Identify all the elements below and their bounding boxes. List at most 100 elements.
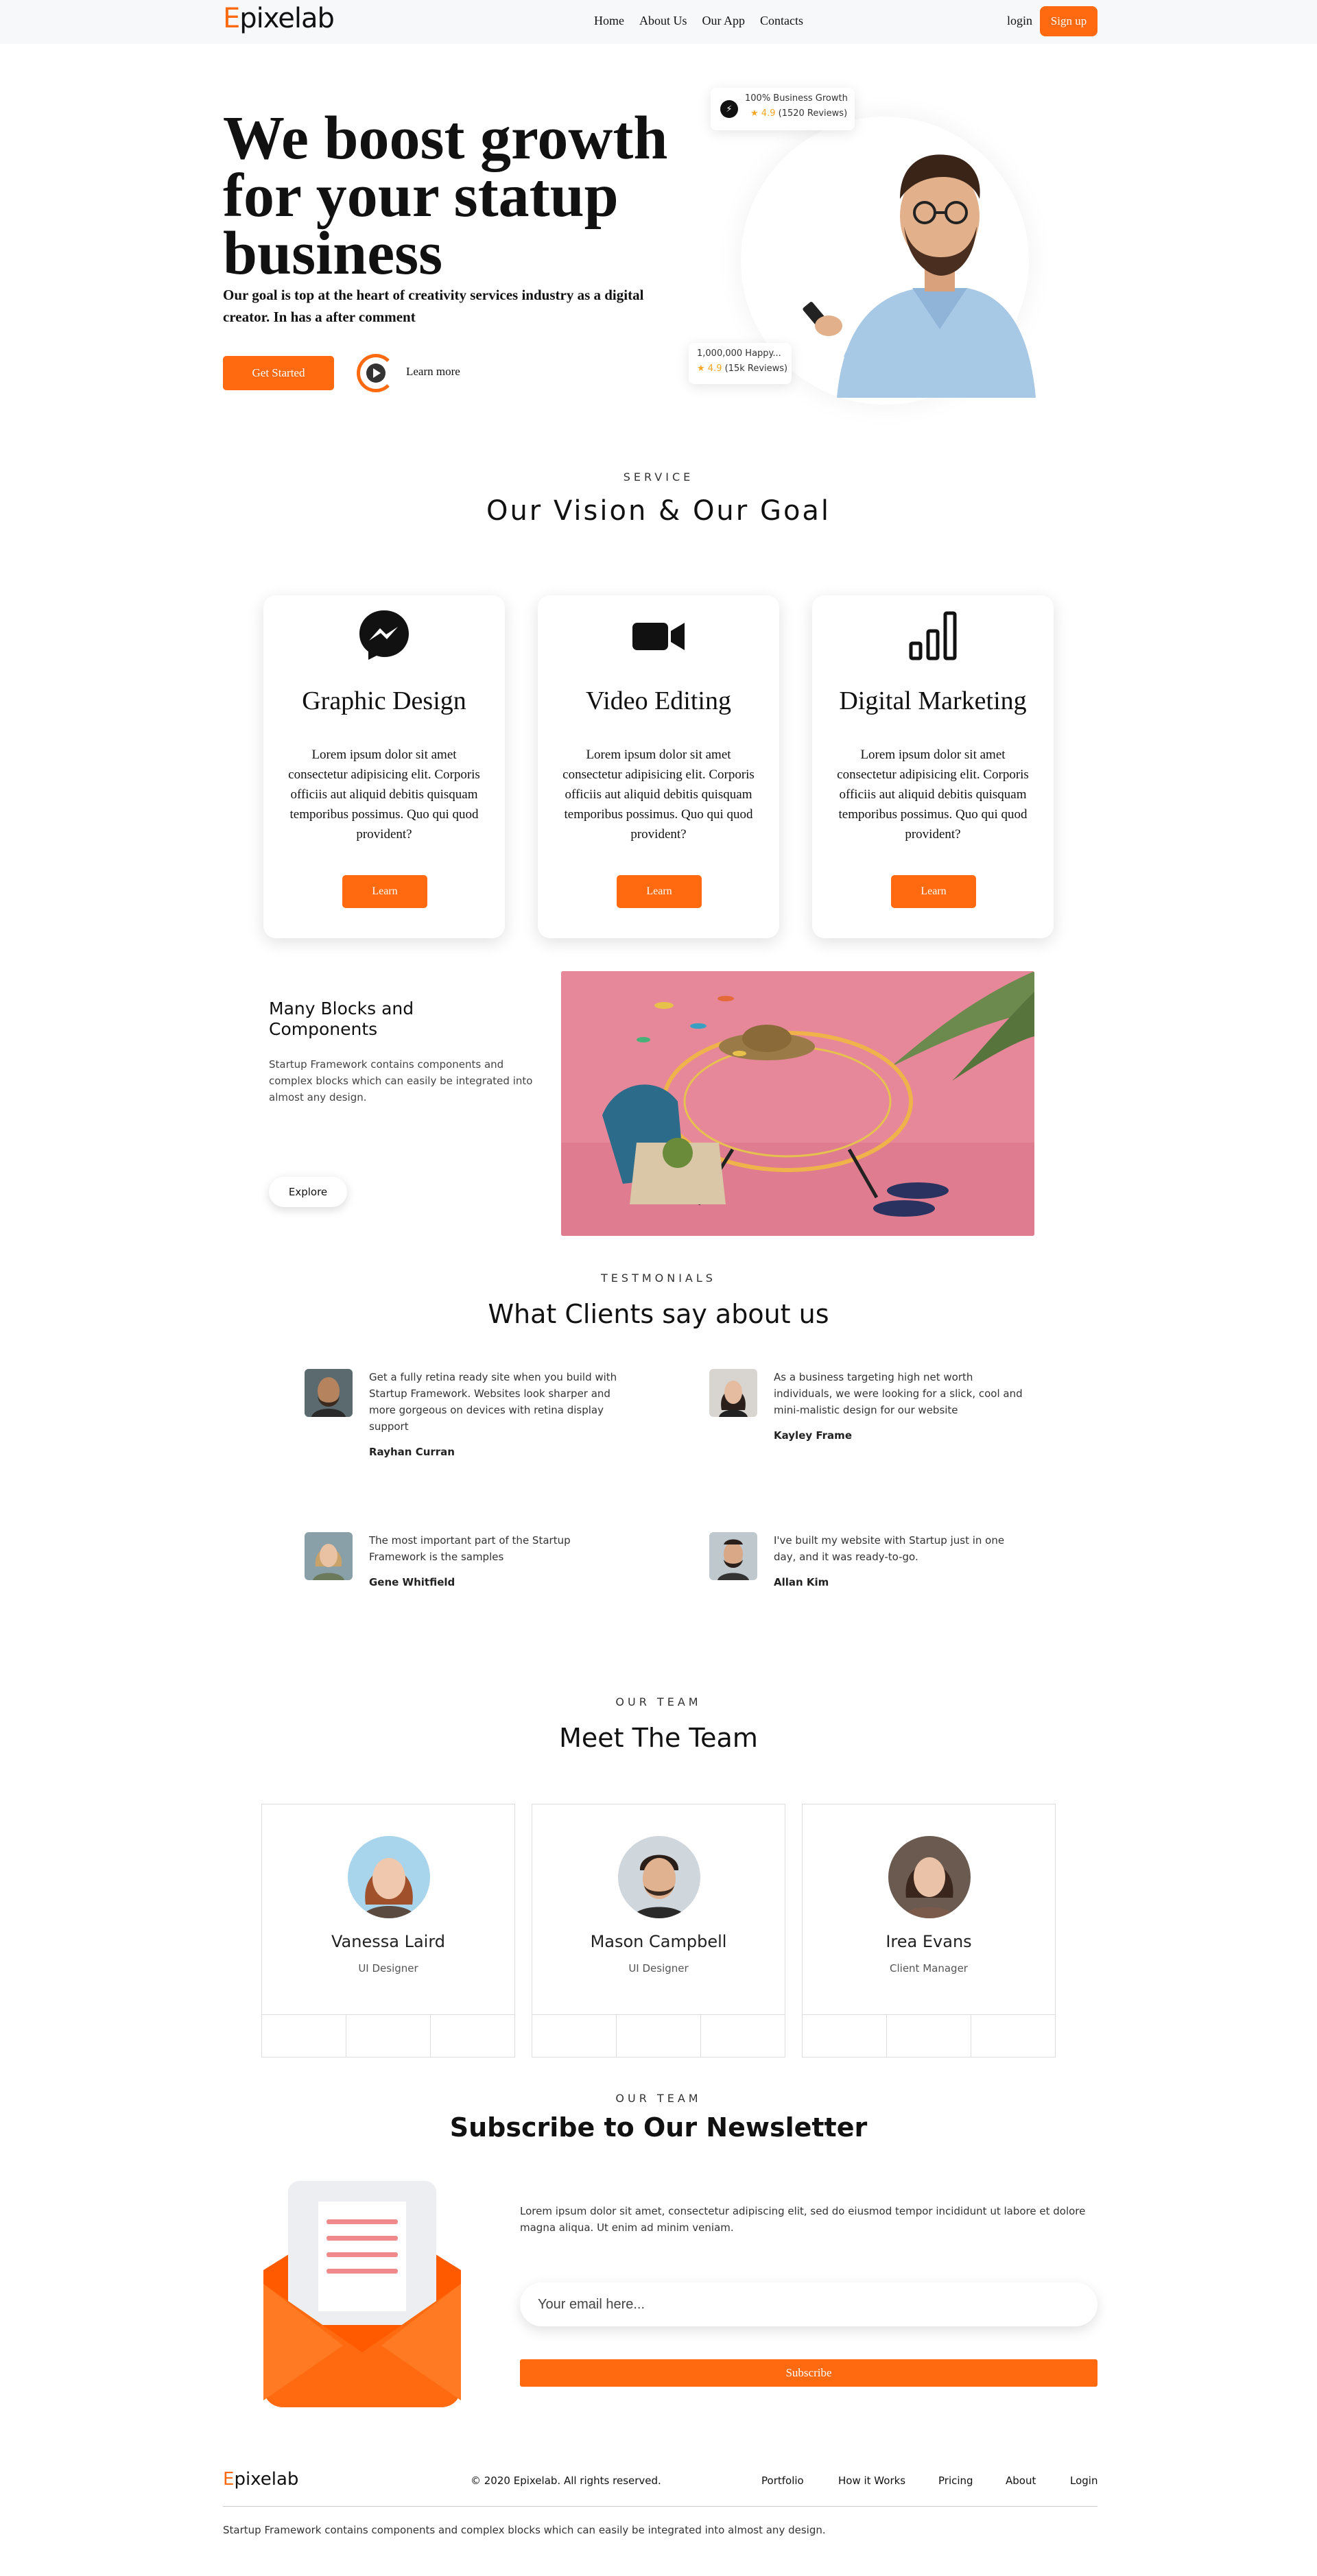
testimonial-name: Gene Whitfield [369,1576,455,1588]
testimonials-title: What Clients say about us [488,1299,829,1329]
logo-text: pixelab [234,2469,299,2490]
avatar [348,1836,430,1918]
service-title: Our Vision & Our Goal [486,495,831,527]
customers-badge-rating: ★ 4.9 (15k Reviews) [697,363,787,374]
get-started-button[interactable]: Get Started [223,356,334,390]
showcase-photo [561,971,1034,1236]
testimonial-name: Kayley Frame [774,1429,852,1442]
newsletter-title: Subscribe to Our Newsletter [449,2112,868,2143]
team-member-role: UI Designer [628,1962,689,1975]
learn-button[interactable]: Learn [891,875,976,908]
footer-link-about[interactable]: About [1006,2474,1036,2487]
subscribe-button[interactable]: Subscribe [520,2359,1098,2387]
team-member-name: Vanessa Laird [331,1932,445,1951]
star-icon: ★ [697,363,705,374]
service-kicker: SERVICE [623,470,694,484]
service-card-title: Video Editing [586,687,731,715]
messenger-icon: ⚡ [720,100,738,118]
growth-badge-rating: ★ 4.9 (1520 Reviews) [750,108,847,119]
social-links [262,2014,514,2057]
login-link[interactable]: login [1007,14,1032,28]
blocks-text: Startup Framework contains components an… [269,1058,533,1104]
testimonial-item: The most important part of the Startup F… [305,1532,634,1601]
video-camera-icon [632,623,685,650]
footer-description: Startup Framework contains components an… [223,2524,826,2536]
service-card-text: Lorem ipsum dolor sit amet consectetur a… [837,748,1029,842]
envelope-letter-icon [263,2181,461,2407]
avatar [305,1532,353,1580]
copyright: © 2020 Epixelab. All rights reserved. [471,2474,661,2487]
team-member-name: Irea Evans [886,1932,972,1951]
logo-accent: E [223,3,240,34]
footer-link-how-it-works[interactable]: How it Works [838,2474,905,2487]
testimonial-name: Allan Kim [774,1576,829,1588]
footer-link-portfolio[interactable]: Portfolio [761,2474,804,2487]
footer-divider [223,2506,1098,2507]
top-navbar: Epixelab Home About Us Our App Contacts … [0,0,1317,44]
social-link[interactable] [803,2015,887,2057]
blocks-title: Many Blocks and Components [269,999,414,1039]
hero-title: We boost growth for your statup business [223,104,668,287]
team-member-role: UI Designer [358,1962,418,1975]
nav-link-contacts[interactable]: Contacts [760,14,803,28]
testimonial-item: As a business targeting high net worth i… [709,1369,1039,1451]
avatar [888,1836,971,1918]
email-input[interactable] [520,2282,1098,2326]
newsletter-text: Lorem ipsum dolor sit amet, consectetur … [520,2205,1086,2234]
footer-link-pricing[interactable]: Pricing [938,2474,973,2487]
signup-button[interactable]: Sign up [1040,6,1098,36]
newsletter-kicker: OUR TEAM [615,2092,702,2105]
footer-link-login[interactable]: Login [1070,2474,1098,2487]
nav-link-app[interactable]: Our App [702,14,746,28]
social-link[interactable] [262,2015,346,2057]
learn-more-link[interactable]: Learn more [406,365,460,379]
growth-badge-text: 100% Business Growth [745,93,848,104]
learn-button[interactable]: Learn [342,875,427,908]
testimonial-item: I've built my website with Startup just … [709,1532,1039,1601]
star-icon: ★ [750,108,759,119]
service-card-title: Digital Marketing [839,687,1027,715]
team-member-role: Client Manager [890,1962,968,1975]
testimonial-item: Get a fully retina ready site when you b… [305,1369,634,1465]
play-video-button[interactable] [357,354,395,392]
team-title: Meet The Team [559,1723,758,1753]
testimonial-name: Rayhan Curran [369,1446,455,1458]
service-card-graphic-design: Graphic Design Lorem ipsum dolor sit ame… [263,595,505,938]
happy-customers-badge: 1,000,000 Happy... ★ 4.9 (15k Reviews) [689,343,792,384]
social-links [532,2014,785,2057]
social-link[interactable] [617,2015,701,2057]
social-links [803,2014,1055,2057]
social-link[interactable] [971,2015,1055,2057]
social-link[interactable] [532,2015,617,2057]
avatar [709,1369,757,1417]
logo-text: pixelab [239,3,335,34]
explore-button[interactable]: Explore [269,1177,347,1207]
nav-link-home[interactable]: Home [594,14,624,28]
testimonial-text: The most important part of the Startup F… [369,1534,571,1563]
nav-link-about[interactable]: About Us [639,14,687,28]
nav-links: Home About Us Our App Contacts [594,14,803,28]
customers-badge-text: 1,000,000 Happy... [697,348,781,359]
service-card-video-editing: Video Editing Lorem ipsum dolor sit amet… [538,595,779,938]
social-link[interactable] [431,2015,514,2057]
team-card: Mason Campbell UI Designer [532,1804,785,2058]
avatar [618,1836,700,1918]
service-card-digital-marketing: Digital Marketing Lorem ipsum dolor sit … [812,595,1054,938]
team-kicker: OUR TEAM [615,1695,702,1708]
team-card: Irea Evans Client Manager [802,1804,1056,2058]
social-link[interactable] [701,2015,785,2057]
testimonial-text: I've built my website with Startup just … [774,1534,1005,1563]
logo-accent: E [223,2469,235,2490]
service-card-text: Lorem ipsum dolor sit amet consectetur a… [562,748,755,842]
social-link[interactable] [346,2015,431,2057]
learn-button[interactable]: Learn [617,875,702,908]
rating-value: 4.9 [761,108,776,119]
footer-logo[interactable]: Epixelab [223,2469,298,2490]
logo[interactable]: Epixelab [223,3,335,34]
avatar [305,1369,353,1417]
avatar [709,1532,757,1580]
hero-subtitle: Our goal is top at the heart of creativi… [223,287,644,325]
social-link[interactable] [887,2015,971,2057]
growth-badge: ⚡ 100% Business Growth ★ 4.9 (1520 Revie… [711,88,855,130]
testimonials-kicker: TESTMONIALS [601,1272,716,1285]
